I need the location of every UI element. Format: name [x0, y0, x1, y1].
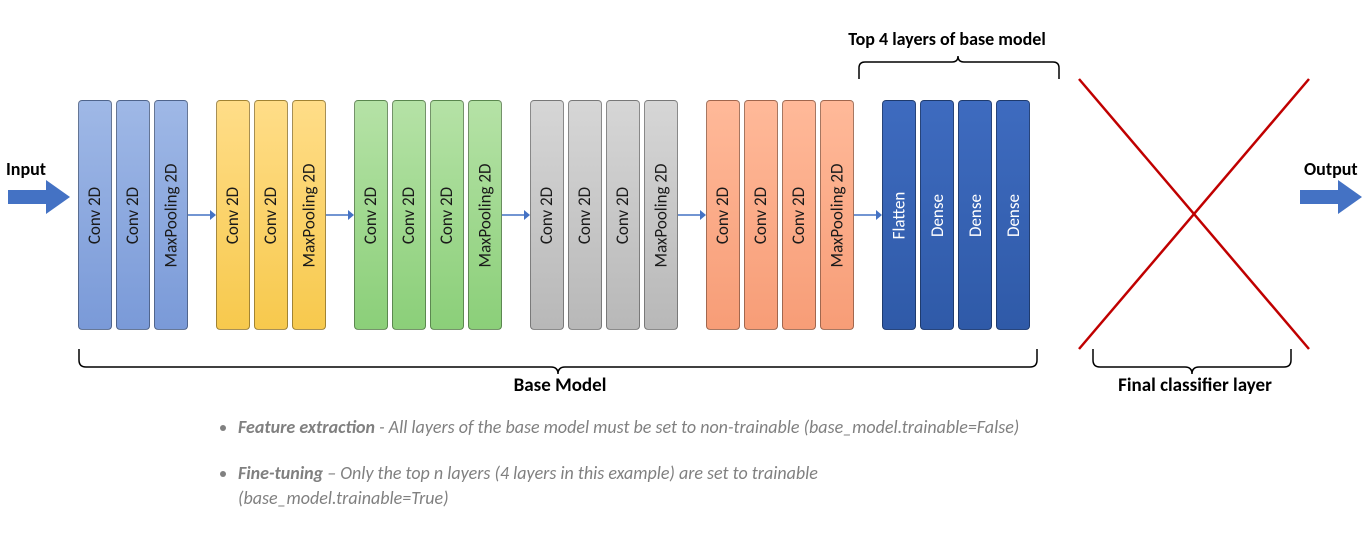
input-label: Input — [6, 158, 46, 180]
group-2: Conv 2D Conv 2D MaxPooling 2D — [216, 100, 326, 330]
maxpool-layer: MaxPooling 2D — [292, 100, 326, 330]
conv2d-layer: Conv 2D — [530, 100, 564, 330]
maxpool-layer: MaxPooling 2D — [644, 100, 678, 330]
group-5: Conv 2D Conv 2D Conv 2D MaxPooling 2D — [706, 100, 854, 330]
base-model-label: Base Model — [470, 374, 650, 397]
top-annotation: Top 4 layers of base model — [832, 28, 1062, 50]
final-classifier-label: Final classifier layer — [1090, 374, 1300, 397]
note-fine-tuning: Fine-tuning – Only the top n layers (4 l… — [238, 461, 1030, 510]
conv2d-layer: Conv 2D — [744, 100, 778, 330]
conv2d-layer: Conv 2D — [706, 100, 740, 330]
maxpool-layer: MaxPooling 2D — [820, 100, 854, 330]
conv2d-layer: Conv 2D — [254, 100, 288, 330]
notes: Feature extraction - All layers of the b… — [210, 415, 1030, 532]
arrow-icon — [326, 208, 354, 222]
dense-layer: Dense — [920, 100, 954, 330]
dense-layer: Dense — [958, 100, 992, 330]
arrow-icon — [188, 208, 216, 222]
arrow-icon — [854, 208, 882, 222]
conv2d-layer: Conv 2D — [216, 100, 250, 330]
layers-row: Conv 2D Conv 2D MaxPooling 2D Conv 2D Co… — [78, 85, 1338, 345]
group-classifier: Flatten Dense Dense Dense — [882, 100, 1030, 330]
conv2d-layer: Conv 2D — [78, 100, 112, 330]
conv2d-layer: Conv 2D — [430, 100, 464, 330]
conv2d-layer: Conv 2D — [392, 100, 426, 330]
dense-layer: Dense — [996, 100, 1030, 330]
top-brace-icon — [858, 56, 1060, 85]
maxpool-layer: MaxPooling 2D — [468, 100, 502, 330]
conv2d-layer: Conv 2D — [606, 100, 640, 330]
maxpool-layer: MaxPooling 2D — [154, 100, 188, 330]
flatten-layer: Flatten — [882, 100, 916, 330]
group-4: Conv 2D Conv 2D Conv 2D MaxPooling 2D — [530, 100, 678, 330]
conv2d-layer: Conv 2D — [116, 100, 150, 330]
arrow-icon — [502, 208, 530, 222]
conv2d-layer: Conv 2D — [354, 100, 388, 330]
conv2d-layer: Conv 2D — [568, 100, 602, 330]
arrow-icon — [678, 208, 706, 222]
group-3: Conv 2D Conv 2D Conv 2D MaxPooling 2D — [354, 100, 502, 330]
note-feature-extraction: Feature extraction - All layers of the b… — [238, 415, 1030, 439]
conv2d-layer: Conv 2D — [782, 100, 816, 330]
group-1: Conv 2D Conv 2D MaxPooling 2D — [78, 100, 188, 330]
